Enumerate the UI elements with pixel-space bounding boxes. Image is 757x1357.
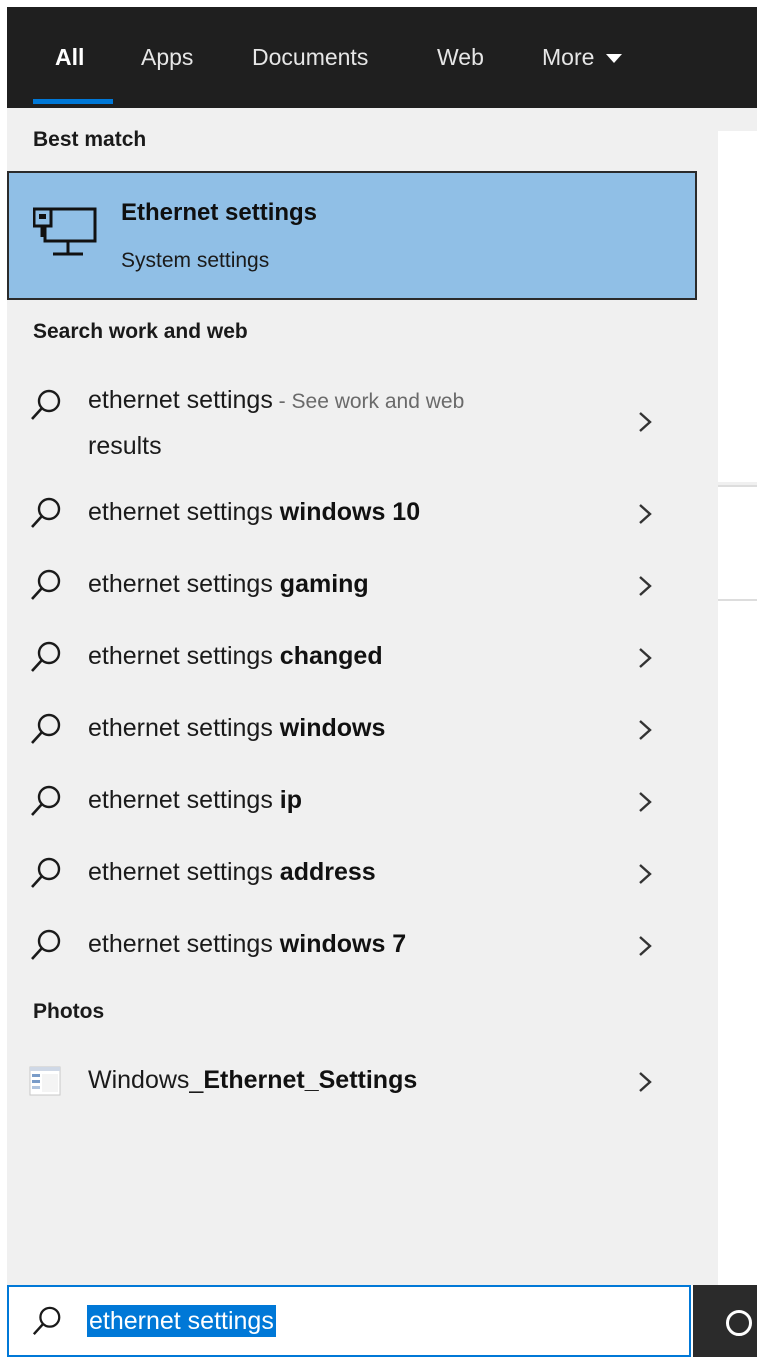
tab-apps-label: Apps xyxy=(141,44,194,70)
photos-header: Photos xyxy=(33,1000,105,1023)
search-icon xyxy=(32,1306,61,1335)
suggestion-row[interactable]: ethernet settings - See work and web res… xyxy=(7,378,718,470)
start-search-window: All Apps Documents Web More Best match E… xyxy=(0,0,757,1357)
suggestion-completion: gaming xyxy=(279,570,369,598)
tab-all-label: All xyxy=(55,44,85,70)
ethernet-monitor-icon xyxy=(33,207,97,256)
caret-down-icon xyxy=(606,54,623,63)
suggestion-row[interactable]: ethernet settings changed xyxy=(7,632,718,684)
tab-apps[interactable]: Apps xyxy=(141,7,193,108)
suggestion-row[interactable]: ethernet settings windows 7 xyxy=(7,920,718,972)
suggestion-text: ethernet settings windows xyxy=(88,714,385,743)
suggestion-completion: ip xyxy=(279,786,303,814)
suggestion-prefix: ethernet settings xyxy=(88,930,280,958)
suggestion-text: ethernet settings gaming xyxy=(88,570,369,599)
chevron-right-icon xyxy=(639,720,652,740)
tab-web-label: Web xyxy=(437,44,484,70)
search-icon xyxy=(31,497,61,528)
suggestion-text: ethernet settings changed xyxy=(88,642,383,671)
suggestion-completion: windows xyxy=(279,714,386,742)
suggestion-text: ethernet settings ip xyxy=(88,786,302,815)
results-panel: Best match Ethernet settings System sett… xyxy=(7,108,718,1285)
suggestion-prefix: ethernet settings xyxy=(88,570,280,598)
frame-edge-top xyxy=(0,0,757,7)
suggestion-row[interactable]: ethernet settings ip xyxy=(7,776,718,828)
tab-web[interactable]: Web xyxy=(437,7,484,108)
suggestion-prefix: ethernet settings xyxy=(88,498,280,526)
cortana-button[interactable] xyxy=(693,1285,757,1357)
best-match-subtitle: System settings xyxy=(121,249,270,272)
photo-result-row[interactable]: Windows_Ethernet_Settings xyxy=(7,1056,718,1108)
chevron-right-icon xyxy=(639,412,652,432)
chevron-right-icon xyxy=(639,648,652,668)
best-match-result[interactable]: Ethernet settings System settings xyxy=(7,171,697,300)
tab-all[interactable]: All xyxy=(55,7,84,108)
chevron-right-icon xyxy=(639,936,652,956)
frame-edge-left xyxy=(0,0,7,1357)
search-icon xyxy=(31,857,61,888)
suggestion-prefix: ethernet settings xyxy=(88,642,280,670)
tab-more[interactable]: More xyxy=(542,7,623,108)
suggestion-text: ethernet settings - See work and web xyxy=(88,386,464,415)
search-icon xyxy=(31,713,61,744)
preview-card xyxy=(718,601,757,1285)
tab-documents-label: Documents xyxy=(252,44,369,70)
photo-match: Ethernet_Settings xyxy=(203,1066,418,1094)
search-scope-tabbar: All Apps Documents Web More xyxy=(7,7,757,108)
suggestion-row[interactable]: ethernet settings gaming xyxy=(7,560,718,612)
photo-prefix: Windows_ xyxy=(88,1066,204,1094)
suggestion-text: ethernet settings windows 7 xyxy=(88,930,406,959)
suggestion-completion: changed xyxy=(279,642,383,670)
suggestion-hint: - See work and web xyxy=(272,390,465,413)
tab-documents[interactable]: Documents xyxy=(252,7,368,108)
chevron-right-icon xyxy=(639,864,652,884)
suggestion-text: ethernet settings address xyxy=(88,858,376,887)
search-icon xyxy=(31,389,61,420)
cortana-circle-icon xyxy=(726,1310,752,1336)
suggestion-prefix: ethernet settings xyxy=(88,858,280,886)
suggestion-query: ethernet settings xyxy=(88,386,273,414)
photo-result-text: Windows_Ethernet_Settings xyxy=(88,1066,417,1095)
active-tab-indicator xyxy=(33,99,113,104)
search-icon xyxy=(31,785,61,816)
suggestion-completion: windows 10 xyxy=(279,498,421,526)
search-input[interactable]: ethernet settings xyxy=(7,1285,691,1357)
suggestion-text: ethernet settings windows 10 xyxy=(88,498,420,527)
suggestion-prefix: ethernet settings xyxy=(88,786,280,814)
search-icon xyxy=(31,569,61,600)
preview-card xyxy=(718,131,757,482)
suggestion-row[interactable]: ethernet settings windows 10 xyxy=(7,488,718,540)
suggestion-prefix: ethernet settings xyxy=(88,714,280,742)
suggestion-row[interactable]: ethernet settings windows xyxy=(7,704,718,756)
best-match-header: Best match xyxy=(33,128,147,151)
suggestion-hint-line2: results xyxy=(88,432,162,460)
chevron-right-icon xyxy=(639,792,652,812)
best-match-title: Ethernet settings xyxy=(121,199,318,226)
image-thumbnail-icon xyxy=(29,1066,61,1096)
tab-more-label: More xyxy=(542,44,595,70)
chevron-right-icon xyxy=(639,576,652,596)
search-query-selected: ethernet settings xyxy=(87,1305,276,1337)
search-icon xyxy=(31,929,61,960)
chevron-right-icon xyxy=(639,1072,652,1092)
search-icon xyxy=(31,641,61,672)
chevron-right-icon xyxy=(639,504,652,524)
suggestion-row[interactable]: ethernet settings address xyxy=(7,848,718,900)
work-web-header: Search work and web xyxy=(33,320,248,343)
suggestion-completion: windows 7 xyxy=(279,930,407,958)
suggestion-completion: address xyxy=(279,858,376,886)
preview-card xyxy=(718,487,757,599)
